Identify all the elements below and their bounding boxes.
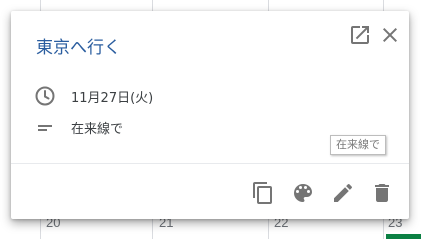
- card-divider: [11, 163, 409, 164]
- palette-icon[interactable]: [291, 181, 315, 205]
- event-description: 在来線で: [71, 121, 124, 137]
- trash-icon[interactable]: [370, 181, 394, 205]
- event-date: 11月27日(火): [71, 90, 154, 106]
- pencil-icon[interactable]: [331, 181, 355, 205]
- open-in-new-icon[interactable]: [348, 23, 372, 47]
- event-date-row: 11月27日(火): [33, 84, 153, 108]
- event-detail-card: 東京へ行く 11月27日(火) 在来線で 在来線で: [11, 11, 409, 219]
- copy-icon[interactable]: [251, 181, 275, 205]
- description-tooltip: 在来線で: [330, 135, 386, 155]
- close-icon[interactable]: [378, 23, 402, 47]
- event-description-row: 在来線で: [33, 115, 123, 139]
- notes-icon: [33, 115, 57, 139]
- clock-icon: [33, 84, 57, 108]
- event-title: 東京へ行く: [36, 38, 121, 58]
- event-chip[interactable]: [386, 234, 421, 239]
